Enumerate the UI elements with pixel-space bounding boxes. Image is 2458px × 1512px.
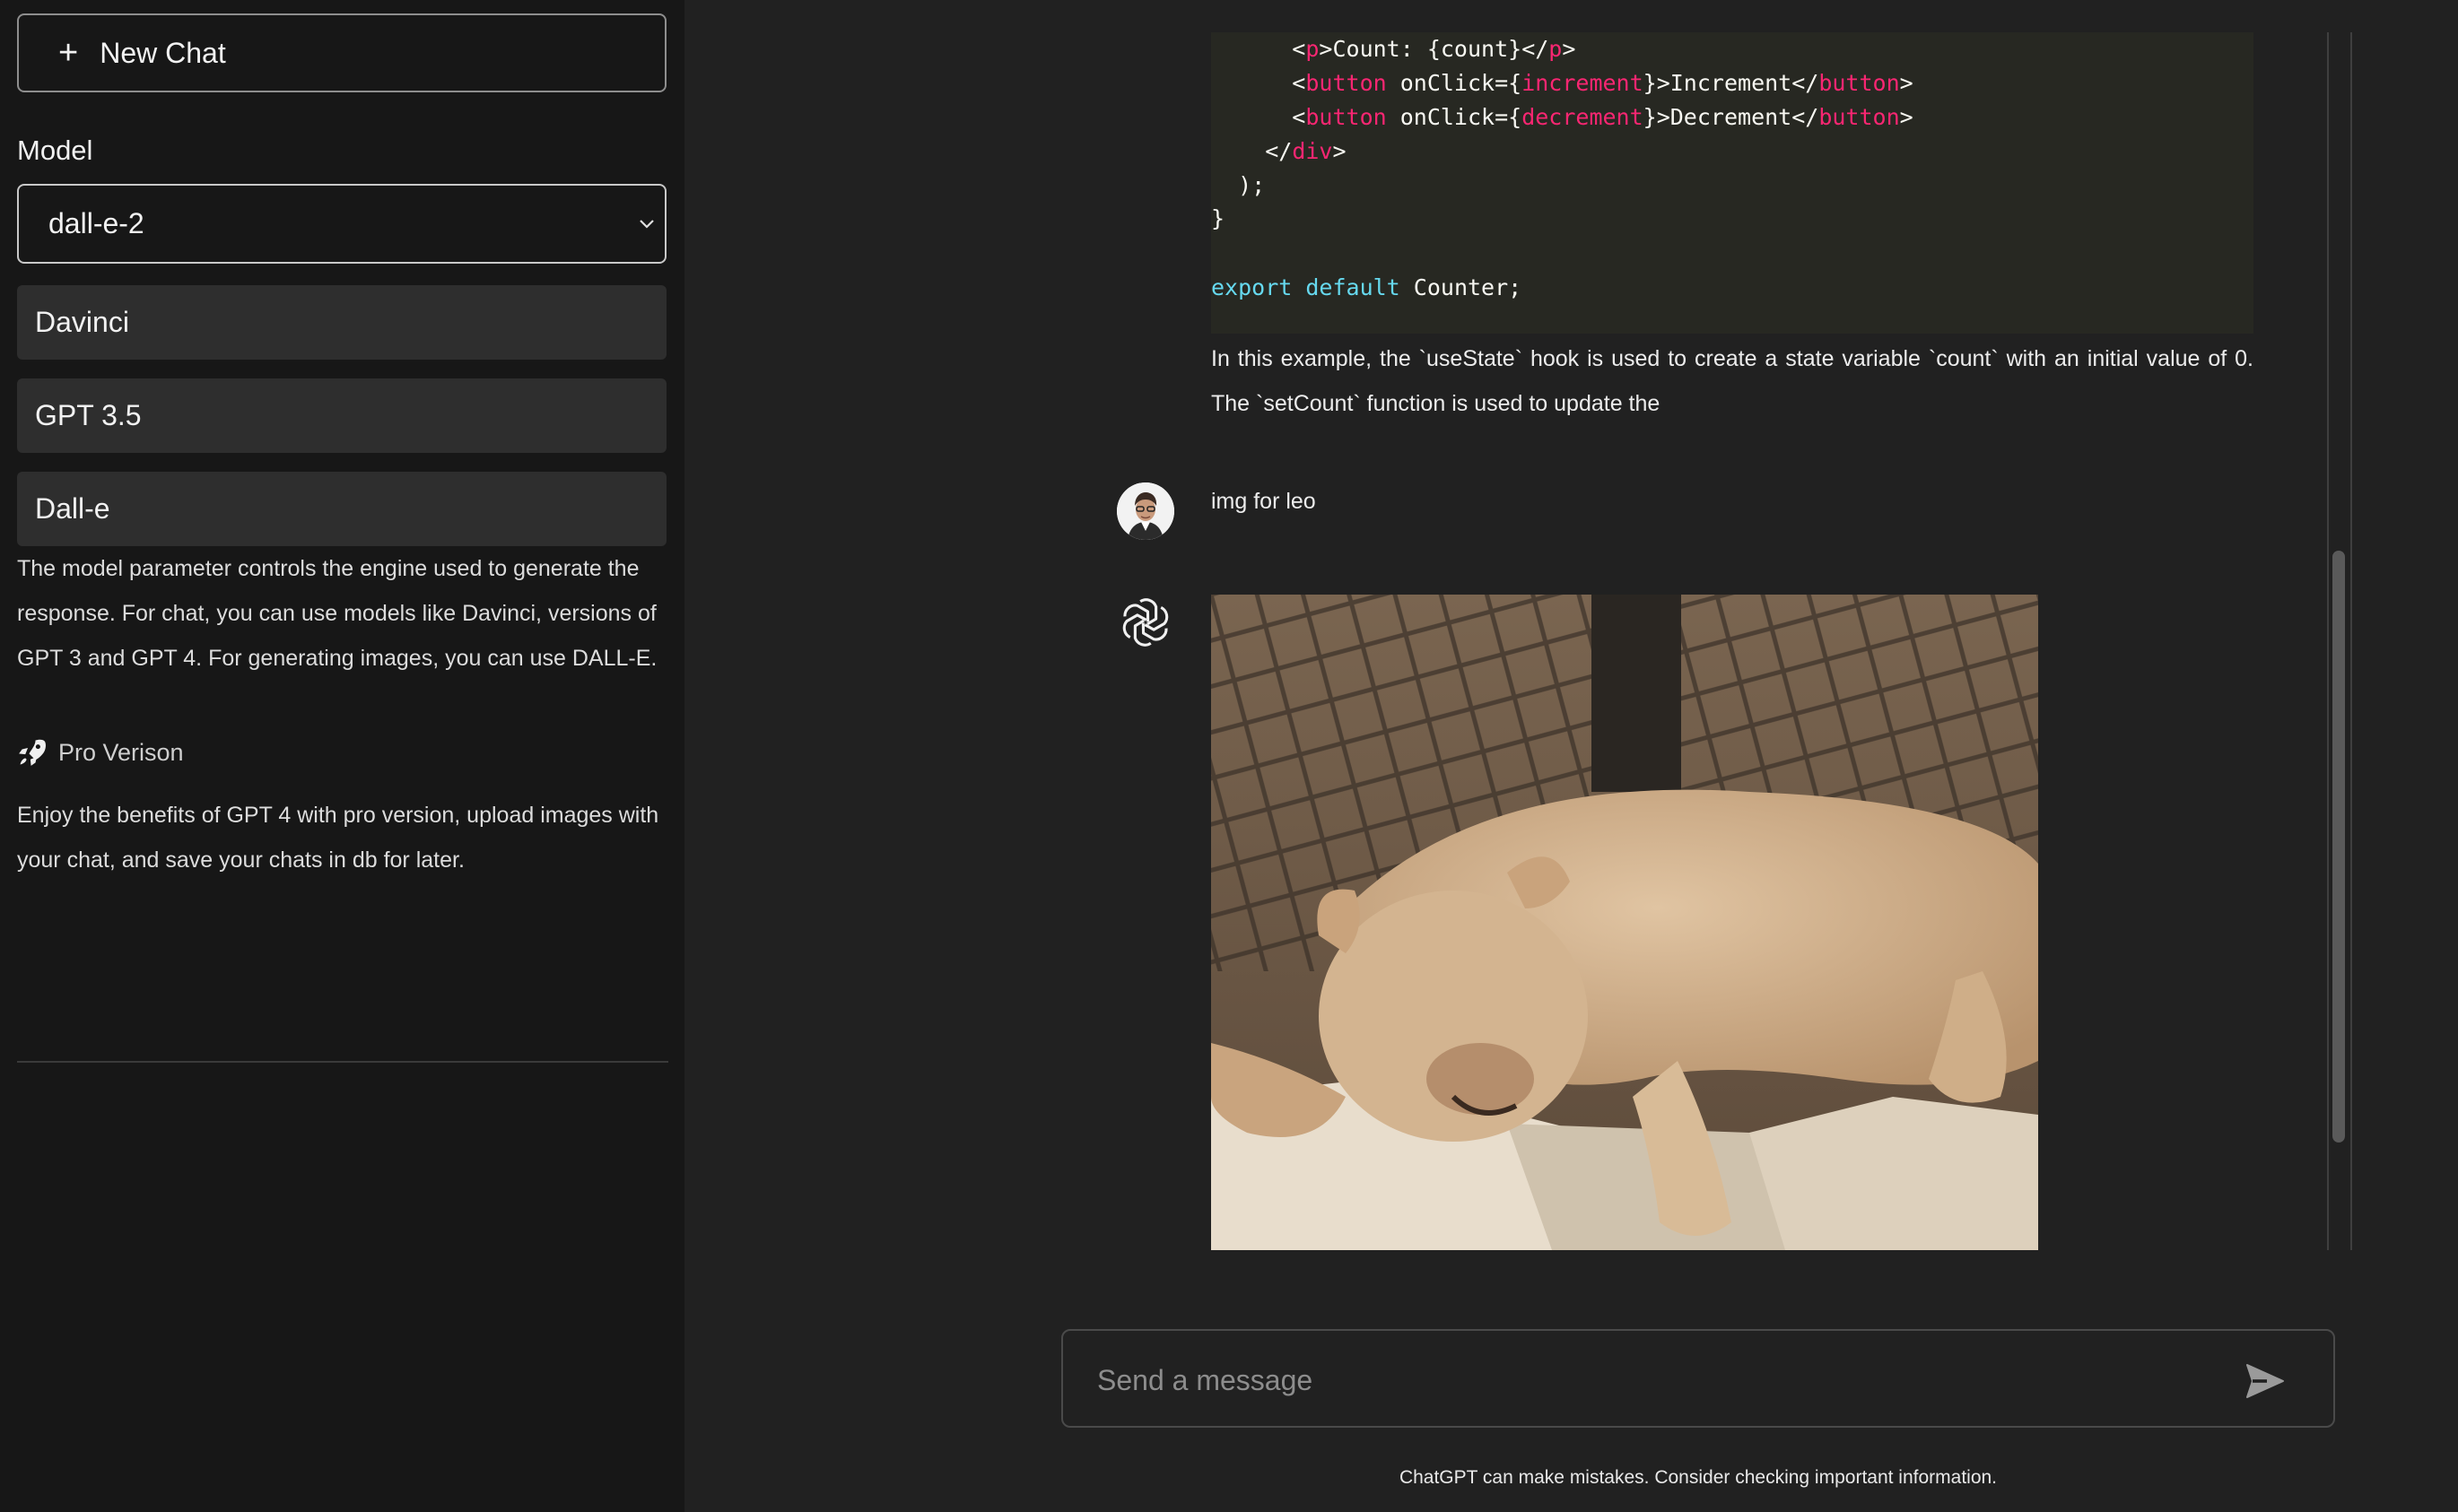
- plus-icon: +: [58, 34, 79, 72]
- assistant-message-text: In this example, the `useState` hook is …: [1211, 346, 2253, 416]
- generated-image[interactable]: [1211, 595, 2038, 1250]
- code-block: <p>Count: {count}</p> <button onClick={i…: [1211, 32, 2253, 334]
- generated-image-lioness: [1211, 595, 2038, 1250]
- user-avatar-image: [1117, 482, 1174, 540]
- user-message: img for leo: [1211, 489, 1316, 514]
- model-heading: Model: [17, 135, 93, 166]
- code-line: export default Counter;: [1211, 274, 1522, 300]
- chat-scrollbar-thumb[interactable]: [2332, 551, 2345, 1143]
- model-option-gpt-3-5[interactable]: GPT 3.5: [17, 378, 667, 453]
- rocket-icon: [19, 739, 46, 766]
- pro-version-header: Pro Verison: [17, 737, 184, 768]
- pro-version-title: Pro Verison: [58, 738, 184, 766]
- code-line: <button onClick={decrement}>Decrement</b…: [1211, 104, 1913, 130]
- sidebar: + New Chat Model dall-e-2 Davinci GPT 3.…: [0, 0, 684, 1512]
- model-select[interactable]: dall-e-2: [17, 184, 667, 264]
- user-avatar: [1117, 482, 1174, 540]
- new-chat-button[interactable]: + New Chat: [17, 13, 667, 92]
- code-line: );: [1211, 172, 1266, 198]
- send-icon[interactable]: [2244, 1360, 2287, 1403]
- model-option-davinci[interactable]: Davinci: [17, 285, 667, 360]
- disclaimer-text: ChatGPT can make mistakes. Consider chec…: [1399, 1467, 1998, 1488]
- code-line: <button onClick={increment}>Increment</b…: [1211, 70, 1913, 96]
- openai-logo-icon: [1122, 598, 1169, 647]
- code-line: </div>: [1211, 138, 1347, 164]
- code-line: <p>Count: {count}</p>: [1211, 36, 1576, 62]
- message-composer: [1061, 1329, 2335, 1428]
- pro-version-description: Enjoy the benefits of GPT 4 with pro ver…: [17, 803, 659, 873]
- message-input[interactable]: [1095, 1356, 2220, 1404]
- model-description: The model parameter controls the engine …: [17, 556, 658, 671]
- chevron-down-icon: [640, 220, 654, 229]
- model-select-value: dall-e-2: [48, 207, 144, 239]
- model-option-dall-e[interactable]: Dall-e: [17, 472, 667, 546]
- new-chat-label: New Chat: [100, 36, 226, 69]
- code-line: }: [1211, 205, 1225, 231]
- sidebar-divider: [17, 1061, 668, 1063]
